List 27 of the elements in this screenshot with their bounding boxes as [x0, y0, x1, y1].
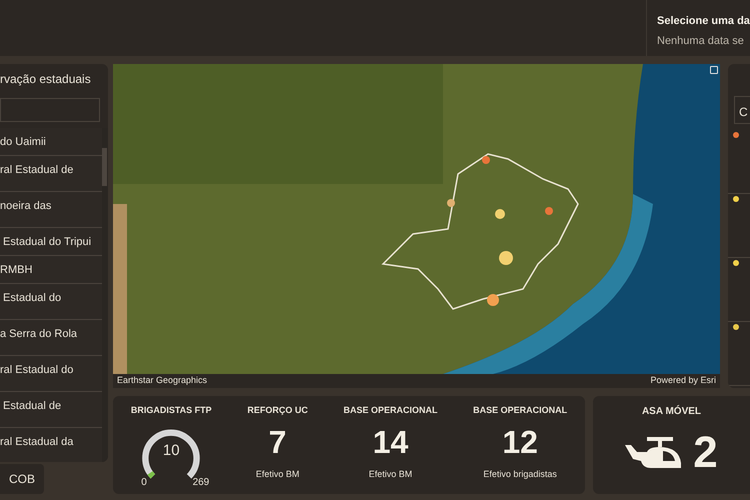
stat-value: 7 — [268, 422, 286, 462]
search-field[interactable]: C — [734, 96, 750, 124]
gauge-max: 269 — [192, 476, 210, 488]
stat-title: BASE OPERACIONAL — [343, 404, 438, 417]
stat-title: REFORÇO UC — [247, 404, 308, 417]
satellite-map-drawing[interactable] — [113, 64, 720, 374]
stat-caption: Efetivo BM — [368, 468, 412, 480]
fullscreen-icon[interactable] — [710, 66, 718, 74]
stat-value: 12 — [502, 422, 538, 462]
cob-button[interactable]: COB — [0, 464, 44, 494]
gauge-track — [142, 429, 200, 478]
map-attribution: Earthstar Geographics — [117, 374, 208, 388]
stat-value: 14 — [372, 422, 408, 462]
aircraft-title: ASA MÓVEL — [642, 404, 702, 419]
stat-caption: Efetivo BM — [256, 468, 300, 480]
map-credit: Powered by Esri — [650, 374, 716, 388]
panel-title: rvação estaduais — [0, 71, 92, 88]
stat-title: BRIGADISTAS FTP — [130, 404, 212, 417]
stat-caption: Efetivo brigadistas — [483, 468, 557, 481]
date-title: Selecione uma da — [657, 14, 750, 29]
date-subtitle: Nenhuma data se — [657, 34, 745, 48]
helicopter-icon — [625, 435, 684, 471]
gauge-min: 0 — [141, 476, 147, 488]
search-field[interactable] — [0, 98, 100, 122]
stat-title: BASE OPERACIONAL — [473, 404, 568, 417]
aircraft-count: 2 — [693, 429, 718, 477]
gauge-value: 10 — [162, 442, 180, 460]
